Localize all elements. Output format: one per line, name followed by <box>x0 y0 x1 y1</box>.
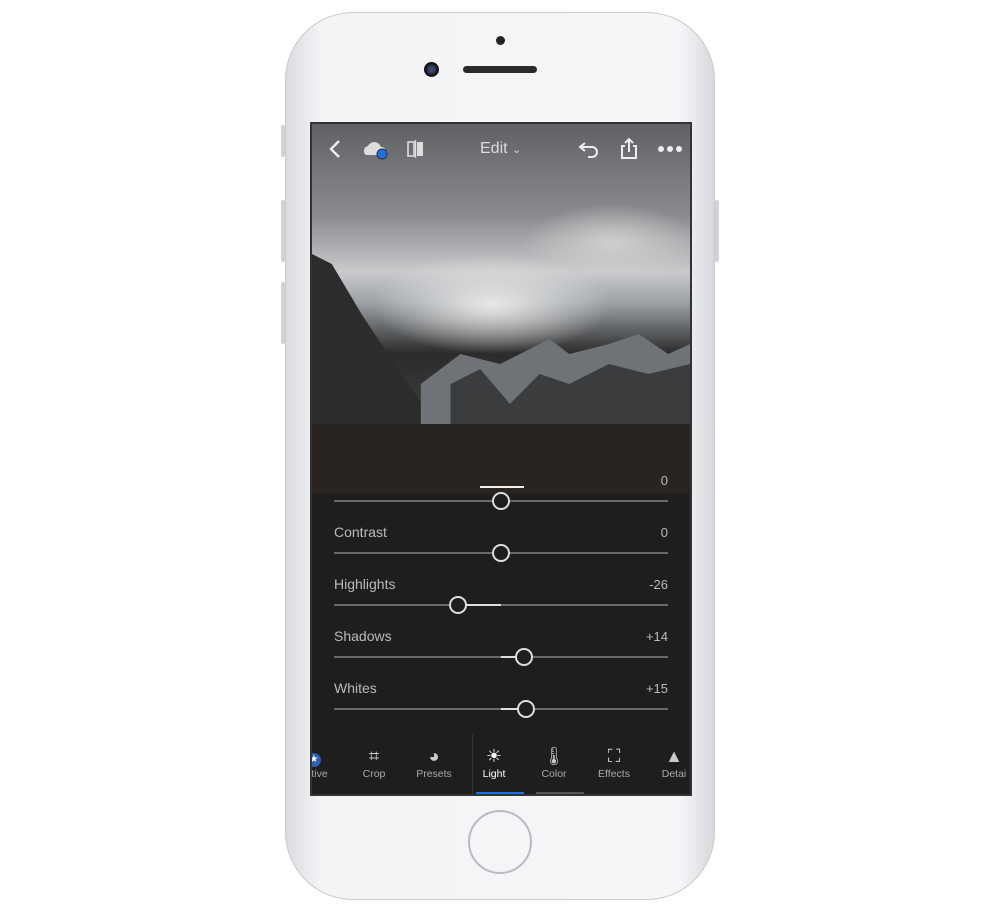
more-icon[interactable] <box>656 136 684 162</box>
light-adjustments-panel: 0 Contrast 0 Highlights -26 Shadows +14 … <box>312 473 690 734</box>
active-tab-indicator <box>476 792 524 794</box>
slider-label: Shadows <box>334 628 392 644</box>
slider-thumb[interactable] <box>517 700 536 718</box>
tab-label: Light <box>482 768 506 780</box>
tab-label: Effects <box>598 768 630 780</box>
slider-thumb[interactable] <box>448 596 467 614</box>
tab-label: Color <box>541 768 567 780</box>
slider-value[interactable]: +14 <box>646 629 668 644</box>
volume-down-button <box>281 282 285 344</box>
sensor <box>496 36 505 45</box>
slider-value[interactable]: -26 <box>649 577 668 592</box>
sun-icon: ☀ <box>485 746 503 766</box>
slider-value[interactable]: 0 <box>661 525 668 540</box>
undo-icon[interactable] <box>576 136 602 162</box>
tab-label: ective <box>311 768 328 780</box>
detail-icon: ▲ <box>665 746 683 766</box>
thermometer-icon: 🌡 <box>542 746 566 766</box>
tab-presets[interactable]: ◕ Presets <box>404 734 464 794</box>
effects-icon: ⛶ <box>607 746 621 766</box>
tab-crop[interactable]: ⌗ Crop <box>344 734 404 794</box>
toolbar-divider <box>472 734 473 794</box>
front-camera <box>424 62 439 77</box>
scroll-indicator <box>536 792 584 794</box>
slider-value[interactable]: 0 <box>661 473 668 488</box>
slider-thumb[interactable] <box>515 648 534 666</box>
photo-preview <box>312 124 690 494</box>
chevron-down-icon: ⌄ <box>512 144 522 156</box>
presets-icon: ◕ <box>428 746 440 766</box>
slider-thumb[interactable] <box>492 492 510 510</box>
slider-label: Contrast <box>334 524 387 540</box>
cloud-sync-icon[interactable] <box>360 136 392 162</box>
slider-label: Whites <box>334 680 377 696</box>
crop-icon: ⌗ <box>368 746 380 766</box>
tab-label: Crop <box>362 768 386 780</box>
compare-icon[interactable] <box>404 136 428 162</box>
slider-track[interactable] <box>334 604 668 606</box>
back-icon[interactable] <box>322 136 348 162</box>
edit-mode-dropdown[interactable]: Edit ⌄ <box>480 140 521 158</box>
volume-up-button <box>281 200 285 262</box>
slider-value[interactable]: +15 <box>646 681 668 696</box>
tab-label: Detai <box>661 768 687 780</box>
panel-drag-handle[interactable] <box>480 486 524 488</box>
tab-ective[interactable]: ★ective <box>311 734 344 794</box>
power-button <box>715 200 719 262</box>
tab-light[interactable]: ☀ Light <box>464 734 524 794</box>
home-button[interactable] <box>468 810 532 874</box>
slider-thumb[interactable] <box>492 544 510 562</box>
speaker <box>463 66 537 73</box>
slider-label: Highlights <box>334 576 396 592</box>
edit-toolbar: ★ective ⌗ Crop ◕ Presets ☀ Light 🌡 Color ⛶ Effects… <box>311 734 690 794</box>
selective-icon: ★ <box>312 746 344 768</box>
edit-title: Edit <box>480 140 508 157</box>
tab-effects[interactable]: ⛶ Effects <box>584 734 644 794</box>
share-icon[interactable] <box>616 136 642 162</box>
mute-switch <box>281 125 285 157</box>
screen: Edit ⌄ 0 Contrast 0 Highlights -26 Shado… <box>310 122 692 796</box>
tab-detai[interactable]: ▲ Detai <box>644 734 690 794</box>
tab-label: Presets <box>416 768 452 780</box>
mountain-silhouette <box>312 254 690 494</box>
tab-color[interactable]: 🌡 Color <box>524 734 584 794</box>
